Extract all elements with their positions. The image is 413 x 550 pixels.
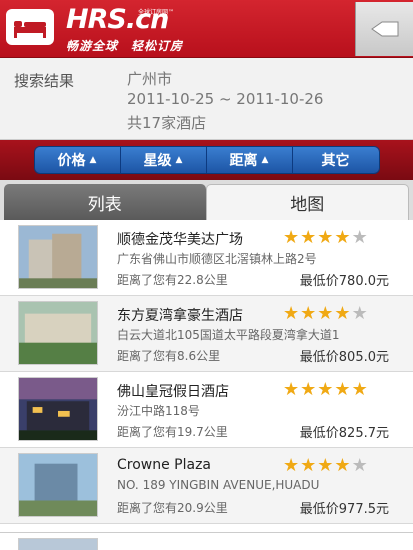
star-icon: ★ [317, 379, 334, 400]
summary-dates: 2011-10-25 ~ 2011-10-26 [127, 90, 324, 108]
star-icon: ★ [334, 379, 351, 400]
summary-city: 广州市 [127, 70, 173, 88]
star-icon: ★ [317, 455, 334, 476]
star-icon: ★ [300, 227, 317, 248]
star-icon: ★ [283, 379, 300, 400]
sort-star-button[interactable]: 星级 ▲ [120, 147, 207, 173]
hotel-rating: ★ ★ ★ ★ ★ [283, 305, 368, 323]
sort-other-label: 其它 [321, 153, 350, 169]
star-icon: ★ [317, 227, 334, 248]
hotel-name: Crowne Plaza [117, 457, 212, 473]
app-header: HRS.cn 全球订房网™ 畅游全球 轻松订房 [0, 0, 413, 58]
hotel-price: 最低价825.7元 [299, 426, 389, 441]
hotel-price: 最低价977.5元 [299, 502, 389, 517]
star-icon: ★ [283, 455, 300, 476]
hotel-photo [18, 453, 98, 517]
star-empty-icon: ★ [351, 455, 368, 476]
hotel-distance: 距离了您有19.7公里 [117, 425, 228, 439]
hotel-distance: 距离了您有22.8公里 [117, 273, 228, 287]
star-icon: ★ [351, 379, 368, 400]
hotel-row[interactable]: 顺德金茂华美达广场 ★ ★ ★ ★ ★ 广东省佛山市顺德区北滘镇林上路2号 距离了您有2… [0, 220, 413, 296]
star-icon: ★ [334, 303, 351, 324]
star-empty-icon: ★ [351, 227, 368, 248]
hotel-bed-icon [6, 9, 54, 45]
hotel-rating: ★ ★ ★ ★ ★ [283, 229, 368, 247]
hotel-rating: ★ ★ ★ ★ ★ [283, 381, 368, 399]
star-empty-icon: ★ [351, 303, 368, 324]
hotel-address: 广东省佛山市顺德区北滘镇林上路2号 [117, 252, 317, 266]
hotel-name: 佛山皇冠假日酒店 [117, 384, 229, 400]
tab-list[interactable]: 列表 [4, 184, 206, 220]
summary-label: 搜索结果 [14, 72, 75, 90]
sort-bar: 价格 ▲ 星级 ▲ 距离 ▲ 其它 [0, 140, 413, 180]
hotel-list: 顺德金茂华美达广场 ★ ★ ★ ★ ★ 广东省佛山市顺德区北滘镇林上路2号 距离了您有2… [0, 220, 413, 550]
hotel-distance: 距离了您有8.6公里 [117, 349, 221, 363]
hotel-rating: ★ ★ ★ ★ ★ [283, 457, 368, 475]
back-arrow-icon [370, 21, 398, 37]
hotel-row[interactable]: 东方夏湾拿豪生酒店 ★ ★ ★ ★ ★ 白云大道北105国道太平路段夏湾拿大道1 距离了… [0, 296, 413, 372]
hotel-photo [18, 301, 98, 365]
hotel-photo [18, 377, 98, 441]
hotel-row[interactable]: 佛山皇冠假日酒店 ★ ★ ★ ★ ★ 汾江中路118号 距离了您有19.7公里 最低价8… [0, 372, 413, 448]
hotel-row[interactable]: Crowne Plaza ★ ★ ★ ★ ★ NO. 189 YINGBIN AVENU… [0, 448, 413, 524]
hotel-address: 汾江中路118号 [117, 404, 200, 418]
star-icon: ★ [300, 455, 317, 476]
hotel-name: 东方夏湾拿豪生酒店 [117, 308, 243, 324]
sort-price-label: 价格 [57, 153, 86, 169]
star-icon: ★ [283, 227, 300, 248]
hotel-photo [18, 225, 98, 289]
hotel-address: 白云大道北105国道太平路段夏湾拿大道1 [117, 328, 340, 342]
sort-star-label: 星级 [143, 153, 172, 169]
back-button[interactable] [355, 2, 413, 56]
star-icon: ★ [300, 379, 317, 400]
sort-arrow-icon: ▲ [261, 155, 269, 165]
star-icon: ★ [283, 303, 300, 324]
star-icon: ★ [334, 455, 351, 476]
star-icon: ★ [334, 227, 351, 248]
hotel-photo [18, 538, 98, 550]
hotel-name: 顺德金茂华美达广场 [117, 232, 243, 248]
summary-count: 共17家酒店 [127, 114, 207, 132]
hotel-price: 最低价805.0元 [299, 350, 389, 365]
sort-arrow-icon: ▲ [89, 155, 97, 165]
hotel-price: 最低价780.0元 [299, 274, 389, 289]
hotel-address: NO. 189 YINGBIN AVENUE,HUADU [117, 478, 320, 492]
sort-distance-label: 距离 [229, 153, 258, 169]
sort-price-button[interactable]: 价格 ▲ [34, 147, 121, 173]
logo-subtitle: 全球订房网™ [138, 9, 175, 16]
star-icon: ★ [317, 303, 334, 324]
slogan: 畅游全球 轻松订房 [66, 39, 184, 53]
hotel-distance: 距离了您有20.9公里 [117, 501, 228, 515]
search-summary: 搜索结果 广州市 2011-10-25 ~ 2011-10-26 共17家酒店 [0, 58, 413, 140]
hotel-row-partial[interactable] [0, 532, 413, 550]
tab-map[interactable]: 地图 [205, 184, 409, 220]
sort-distance-button[interactable]: 距离 ▲ [206, 147, 293, 173]
sort-button-group: 价格 ▲ 星级 ▲ 距离 ▲ 其它 [33, 146, 380, 174]
view-tabs: 列表 地图 [0, 180, 413, 220]
sort-arrow-icon: ▲ [175, 155, 183, 165]
sort-other-button[interactable]: 其它 [292, 147, 379, 173]
star-icon: ★ [300, 303, 317, 324]
